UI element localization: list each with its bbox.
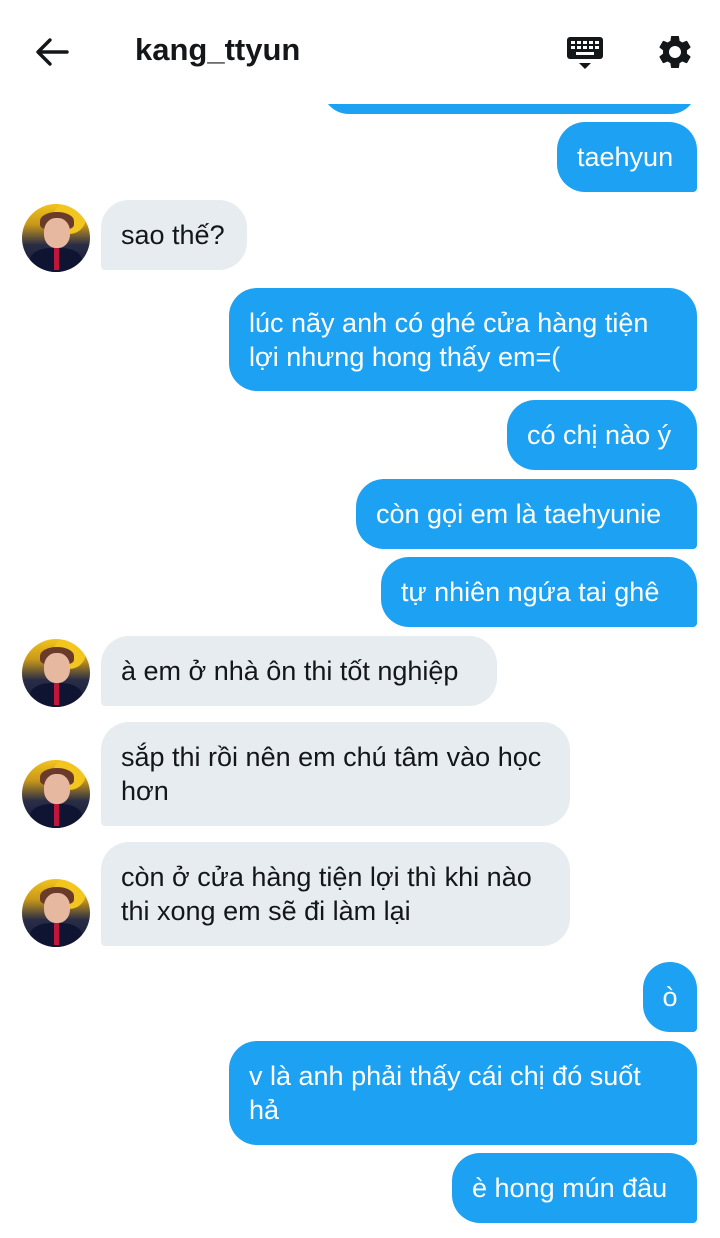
avatar[interactable] <box>22 204 90 272</box>
avatar[interactable] <box>22 760 90 828</box>
message-text: còn ở cửa hàng tiện lợi thì khi nào thi … <box>121 862 532 926</box>
arrow-left-icon <box>36 38 69 66</box>
message-text: v là anh phải thấy cái chị đó suốt hả <box>249 1061 641 1125</box>
keyboard-button[interactable] <box>561 28 609 76</box>
message-bubble-outgoing[interactable]: có chị nào ý <box>507 400 697 470</box>
message-text: còn gọi em là taehyunie <box>376 499 662 529</box>
message-bubble-incoming[interactable]: à em ở nhà ôn thi tốt nghiệp <box>101 636 497 706</box>
message-text: ò <box>662 982 678 1012</box>
gear-icon <box>659 35 691 68</box>
message-bubble-outgoing[interactable]: taehyun <box>557 122 697 192</box>
message-bubble-outgoing[interactable]: ò <box>643 962 697 1032</box>
message-text: taehyun <box>577 142 674 172</box>
page-title: kang_ttyun <box>135 32 301 67</box>
message-bubble-incoming[interactable]: còn ở cửa hàng tiện lợi thì khi nào thi … <box>101 842 570 946</box>
message-thread[interactable]: taehyun sao thế? lúc nãy anh có ghé cửa … <box>0 0 720 1238</box>
keyboard-icon <box>567 37 603 69</box>
message-text: à em ở nhà ôn thi tốt nghiệp <box>121 656 459 686</box>
message-bubble-incoming[interactable]: sắp thi rồi nên em chú tâm vào học hơn <box>101 722 570 826</box>
message-bubble-outgoing[interactable]: còn gọi em là taehyunie <box>356 479 697 549</box>
message-text: tự nhiên ngứa tai ghê <box>401 577 660 607</box>
message-bubble-outgoing[interactable]: lúc nãy anh có ghé cửa hàng tiện lợi như… <box>229 288 697 391</box>
avatar[interactable] <box>22 639 90 707</box>
message-text: có chị nào ý <box>527 420 672 450</box>
chat-header: kang_ttyun <box>0 0 720 104</box>
avatar[interactable] <box>22 879 90 947</box>
message-text: è hong mún đâu <box>472 1173 668 1203</box>
message-text: lúc nãy anh có ghé cửa hàng tiện lợi như… <box>249 307 649 372</box>
back-button[interactable] <box>30 30 74 74</box>
message-text: sao thế? <box>121 220 225 250</box>
settings-button[interactable] <box>650 27 700 77</box>
message-bubble-outgoing[interactable]: tự nhiên ngứa tai ghê <box>381 557 697 627</box>
message-bubble-outgoing[interactable]: v là anh phải thấy cái chị đó suốt hả <box>229 1041 697 1145</box>
message-bubble-outgoing[interactable]: è hong mún đâu <box>452 1153 697 1223</box>
message-text: sắp thi rồi nên em chú tâm vào học hơn <box>121 742 542 806</box>
message-bubble-incoming[interactable]: sao thế? <box>101 200 247 270</box>
